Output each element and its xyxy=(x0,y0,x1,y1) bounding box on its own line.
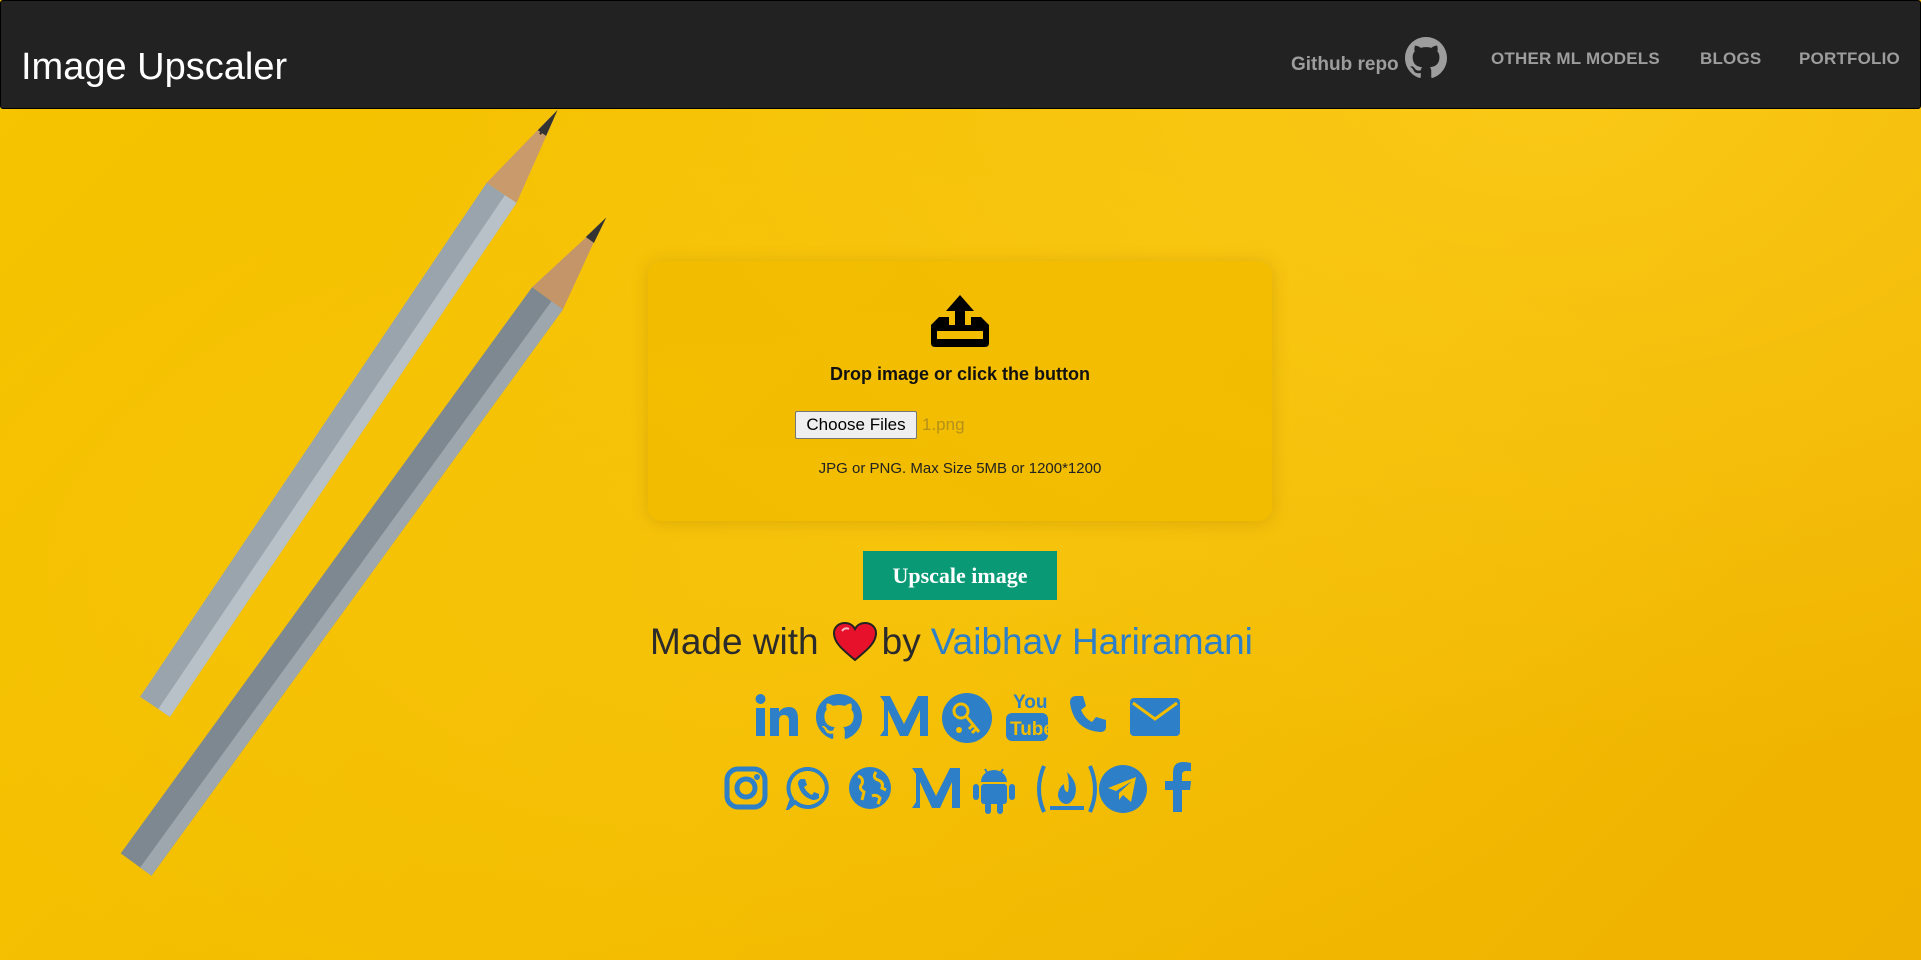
whatsapp-icon[interactable] xyxy=(786,766,830,810)
heart-icon xyxy=(832,621,877,662)
choose-files-button[interactable]: Choose Files xyxy=(795,411,917,439)
telegram-icon[interactable] xyxy=(1098,764,1148,814)
medium-icon[interactable] xyxy=(878,692,930,740)
github-icon[interactable] xyxy=(1405,37,1447,79)
codepen-icon[interactable] xyxy=(1034,764,1100,814)
youtube-icon[interactable]: You Tube xyxy=(1005,688,1049,742)
credit-line: Made with by Vaibhav Hariramani xyxy=(650,620,1253,664)
instagram-icon[interactable] xyxy=(724,766,768,810)
selected-file-name: 1.png xyxy=(922,415,965,434)
medium-icon[interactable] xyxy=(910,764,962,812)
keybase-icon[interactable] xyxy=(941,692,993,744)
nav-portfolio[interactable]: PORTFOLIO xyxy=(1799,49,1900,69)
file-requirements-hint: JPG or PNG. Max Size 5MB or 1200*1200 xyxy=(818,460,1102,477)
credit-by: by xyxy=(881,621,921,662)
github-repo-link[interactable]: Github repo xyxy=(1291,54,1399,76)
pencils-image xyxy=(120,109,607,876)
github-icon[interactable] xyxy=(816,694,862,740)
brand-title[interactable]: Image Upscaler xyxy=(21,45,287,89)
nav-other-ml-models[interactable]: OTHER ML MODELS xyxy=(1491,49,1660,69)
nav-blogs[interactable]: BLOGS xyxy=(1700,49,1761,69)
author-link[interactable]: Vaibhav Hariramani xyxy=(931,620,1253,664)
drop-instructions: Drop image or click the button xyxy=(829,364,1091,384)
svg-text:You: You xyxy=(1013,692,1047,713)
navbar: Image Upscaler Github repo OTHER ML MODE… xyxy=(0,0,1921,109)
svg-text:Tube: Tube xyxy=(1010,719,1049,740)
email-icon[interactable] xyxy=(1129,697,1181,737)
credit-prefix: Made with xyxy=(650,621,819,662)
phone-icon[interactable] xyxy=(1068,694,1108,734)
android-icon[interactable] xyxy=(973,766,1015,814)
upscale-image-button[interactable]: Upscale image xyxy=(863,551,1057,600)
upload-tray-icon xyxy=(931,295,989,347)
globe-icon[interactable] xyxy=(848,766,892,810)
linkedin-icon[interactable] xyxy=(754,692,800,738)
facebook-icon[interactable] xyxy=(1164,762,1192,812)
